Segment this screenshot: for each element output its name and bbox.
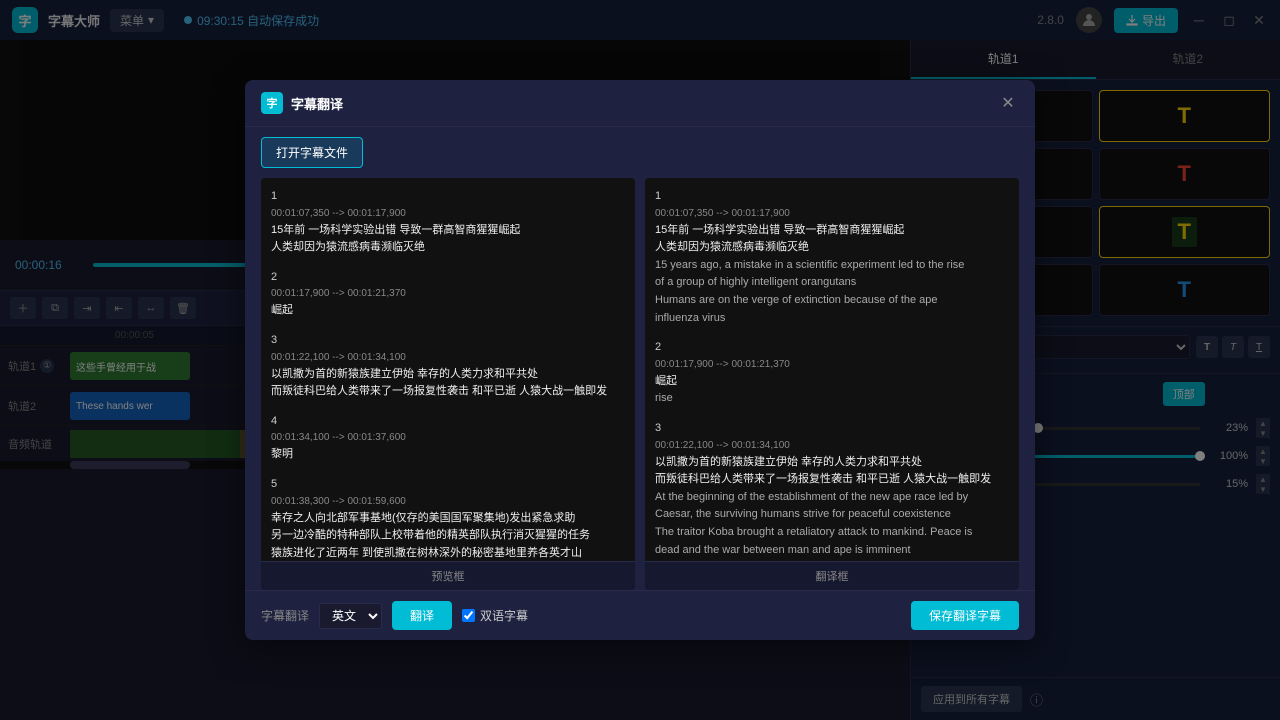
open-file-button[interactable]: 打开字幕文件 [261,137,363,168]
preview-pane: 1 00:01:07,350 --> 00:01:17,900 15年前 一场科… [261,178,635,590]
dialog-logo: 字 [261,92,283,114]
trans-block-1: 1 00:01:07,350 --> 00:01:17,900 15年前 一场科… [655,188,1009,327]
subtitle-block-3: 3 00:01:22,100 --> 00:01:34,100 以凯撒为首的新猿… [271,332,625,401]
dialog-toolbar: 打开字幕文件 [245,127,1035,178]
translate-label: 翻译框 [645,561,1019,590]
dialog-footer: 字幕翻译 英文 中文 日文 翻译 双语字幕 保存翻译字幕 [245,590,1035,640]
translate-button[interactable]: 翻译 [392,601,452,630]
preview-label: 预览框 [261,561,635,590]
dialog-content: 1 00:01:07,350 --> 00:01:17,900 15年前 一场科… [245,178,1035,590]
modal-overlay: 字 字幕翻译 ✕ 打开字幕文件 1 00:01:07,350 --> 00:01… [0,0,1280,720]
subtitle-block-1: 1 00:01:07,350 --> 00:01:17,900 15年前 一场科… [271,188,625,257]
subtitle-block-5: 5 00:01:38,300 --> 00:01:59,600 幸存之人向北部军… [271,476,625,561]
dialog-title: 字幕翻译 [291,94,343,113]
translate-pane: 1 00:01:07,350 --> 00:01:17,900 15年前 一场科… [645,178,1019,590]
translation-dialog: 字 字幕翻译 ✕ 打开字幕文件 1 00:01:07,350 --> 00:01… [245,80,1035,640]
dialog-header: 字 字幕翻译 ✕ [245,80,1035,127]
save-translate-button[interactable]: 保存翻译字幕 [911,601,1019,630]
trans-block-3: 3 00:01:22,100 --> 00:01:34,100 以凯撒为首的新猿… [655,420,1009,559]
bilingual-checkbox[interactable] [462,609,475,622]
subtitle-block-4: 4 00:01:34,100 --> 00:01:37,600 黎明 [271,413,625,464]
lang-label: 字幕翻译 [261,607,309,624]
dialog-close-button[interactable]: ✕ [997,92,1019,114]
bilingual-check: 双语字幕 [462,607,528,624]
subtitle-block-2: 2 00:01:17,900 --> 00:01:21,370 崛起 [271,269,625,320]
translate-scroll[interactable]: 1 00:01:07,350 --> 00:01:17,900 15年前 一场科… [645,178,1019,561]
preview-scroll[interactable]: 1 00:01:07,350 --> 00:01:17,900 15年前 一场科… [261,178,635,561]
lang-select[interactable]: 英文 中文 日文 [319,603,382,629]
trans-block-2: 2 00:01:17,900 --> 00:01:21,370 崛起 rise [655,339,1009,408]
